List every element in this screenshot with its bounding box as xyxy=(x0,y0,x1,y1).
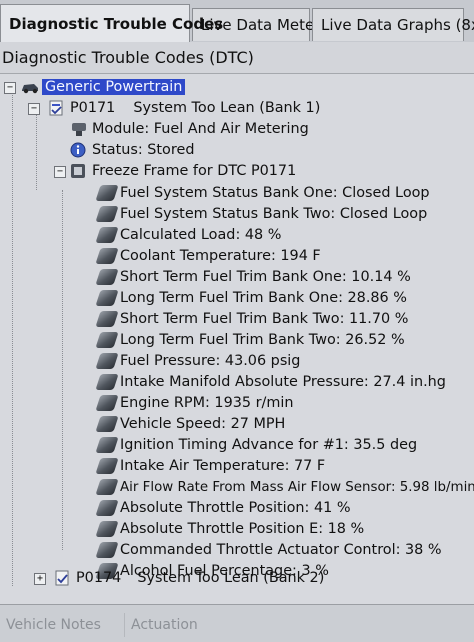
freeze-item-label: Ignition Timing Advance for #1: 35.5 deg xyxy=(120,437,418,453)
freeze-item[interactable]: Air Flow Rate From Mass Air Flow Sensor:… xyxy=(95,477,474,497)
collapse-toggle-p0171[interactable]: − xyxy=(28,103,40,115)
freeze-item-label: Short Term Fuel Trim Bank One: 10.14 % xyxy=(120,269,411,285)
freeze-item[interactable]: Absolute Throttle Position: 41 % xyxy=(95,498,351,518)
freeze-item-label: Absolute Throttle Position E: 18 % xyxy=(120,521,365,537)
freeze-item[interactable]: Fuel System Status Bank Two: Closed Loop xyxy=(95,204,428,224)
gauge-icon xyxy=(95,332,119,348)
gauge-icon xyxy=(95,395,119,411)
freeze-item[interactable]: Ignition Timing Advance for #1: 35.5 deg xyxy=(95,435,418,455)
gauge-icon xyxy=(95,416,119,432)
freeze-frame-label: Freeze Frame for DTC P0171 xyxy=(92,163,297,179)
freeze-item-label: Intake Manifold Absolute Pressure: 27.4 … xyxy=(120,374,446,390)
collapse-toggle-root[interactable]: − xyxy=(4,82,16,94)
tree-node-label: Generic Powertrain xyxy=(42,79,186,95)
module-icon xyxy=(70,121,88,137)
tree-connector xyxy=(12,90,13,586)
gauge-icon xyxy=(95,458,119,474)
freeze-item-label: Absolute Throttle Position: 41 % xyxy=(120,500,351,516)
freeze-frame-icon xyxy=(70,163,88,179)
freeze-item[interactable]: Vehicle Speed: 27 MPH xyxy=(95,414,286,434)
document-check-icon xyxy=(54,570,72,586)
gauge-icon xyxy=(95,227,119,243)
freeze-item[interactable]: Long Term Fuel Trim Bank One: 28.86 % xyxy=(95,288,407,308)
freeze-item-label: Intake Air Temperature: 77 F xyxy=(120,458,326,474)
freeze-item[interactable]: Coolant Temperature: 194 F xyxy=(95,246,321,266)
tab-vehicle-notes[interactable]: Vehicle Notes xyxy=(0,613,107,637)
tree-node-status[interactable]: Status: Stored xyxy=(70,140,194,160)
tree-node-freeze-frame[interactable]: Freeze Frame for DTC P0171 xyxy=(70,161,296,181)
gauge-icon xyxy=(95,542,119,558)
freeze-item[interactable]: Short Term Fuel Trim Bank One: 10.14 % xyxy=(95,267,411,287)
dtc-code: P0171 xyxy=(70,100,116,116)
freeze-item[interactable]: Intake Air Temperature: 77 F xyxy=(95,456,326,476)
freeze-item-label: Air Flow Rate From Mass Air Flow Sensor:… xyxy=(120,479,474,495)
tab-actuation[interactable]: Actuation xyxy=(124,613,204,637)
freeze-item[interactable]: Calculated Load: 48 % xyxy=(95,225,282,245)
dtc-tree: − Generic Powertrain − P0171 System Too … xyxy=(0,74,474,604)
gauge-icon xyxy=(95,374,119,390)
gauge-icon xyxy=(95,353,119,369)
tab-bar: Diagnostic Trouble Codes Live Data Meter… xyxy=(0,0,474,43)
freeze-item-label: Long Term Fuel Trim Bank Two: 26.52 % xyxy=(120,332,405,348)
dtc-code: P0174 xyxy=(76,570,122,586)
freeze-item-label: Vehicle Speed: 27 MPH xyxy=(120,416,286,432)
collapse-toggle-freeze-frame[interactable]: − xyxy=(54,166,66,178)
freeze-item-label: Fuel Pressure: 43.06 psig xyxy=(120,353,301,369)
freeze-item-label: Short Term Fuel Trim Bank Two: 11.70 % xyxy=(120,311,409,327)
freeze-item-label: Commanded Throttle Actuator Control: 38 … xyxy=(120,542,442,558)
status-label: Status: Stored xyxy=(92,142,195,158)
expand-toggle-p0174[interactable]: + xyxy=(34,573,46,585)
module-label: Module: Fuel And Air Metering xyxy=(92,121,309,137)
document-check-icon xyxy=(48,100,66,116)
tab-diagnostic-trouble-codes[interactable]: Diagnostic Trouble Codes xyxy=(0,4,223,42)
car-icon xyxy=(20,79,38,95)
tab-live-data-graphs[interactable]: Live Data Graphs (8x) xyxy=(312,8,474,41)
tree-node-dtc-p0174[interactable]: P0174 System Too Lean (Bank 2) xyxy=(54,568,324,588)
gauge-icon xyxy=(95,185,119,201)
freeze-item-label: Fuel System Status Bank One: Closed Loop xyxy=(120,185,430,201)
gauge-icon xyxy=(95,437,119,453)
dtc-description: System Too Lean (Bank 2) xyxy=(137,570,325,586)
freeze-item-label: Calculated Load: 48 % xyxy=(120,227,282,243)
freeze-item[interactable]: Short Term Fuel Trim Bank Two: 11.70 % xyxy=(95,309,409,329)
gauge-icon xyxy=(95,521,119,537)
freeze-item[interactable]: Intake Manifold Absolute Pressure: 27.4 … xyxy=(95,372,446,392)
tree-node-module[interactable]: Module: Fuel And Air Metering xyxy=(70,119,309,139)
tree-connector xyxy=(62,190,63,550)
freeze-item-label: Engine RPM: 1935 r/min xyxy=(120,395,294,411)
freeze-item-label: Fuel System Status Bank Two: Closed Loop xyxy=(120,206,428,222)
tree-node-root[interactable]: Generic Powertrain xyxy=(20,77,186,97)
gauge-icon xyxy=(95,311,119,327)
freeze-item[interactable]: Engine RPM: 1935 r/min xyxy=(95,393,294,413)
tree-connector xyxy=(36,110,37,190)
gauge-icon xyxy=(95,500,119,516)
dtc-description: System Too Lean (Bank 1) xyxy=(133,100,321,116)
tree-node-dtc-p0171[interactable]: P0171 System Too Lean (Bank 1) xyxy=(48,98,320,118)
panel-title: Diagnostic Trouble Codes (DTC) xyxy=(0,42,474,74)
freeze-item-label: Long Term Fuel Trim Bank One: 28.86 % xyxy=(120,290,407,306)
gauge-icon xyxy=(95,206,119,222)
gauge-icon xyxy=(95,248,119,264)
freeze-item[interactable]: Absolute Throttle Position E: 18 % xyxy=(95,519,365,539)
bottom-tab-bar: Vehicle Notes Actuation xyxy=(0,604,474,642)
info-icon xyxy=(70,142,88,158)
freeze-item[interactable]: Long Term Fuel Trim Bank Two: 26.52 % xyxy=(95,330,405,350)
freeze-item[interactable]: Fuel Pressure: 43.06 psig xyxy=(95,351,301,371)
gauge-icon xyxy=(95,290,119,306)
gauge-icon xyxy=(95,479,119,495)
freeze-item[interactable]: Fuel System Status Bank One: Closed Loop xyxy=(95,183,430,203)
gauge-icon xyxy=(95,269,119,285)
freeze-item[interactable]: Commanded Throttle Actuator Control: 38 … xyxy=(95,540,442,560)
freeze-item-label: Coolant Temperature: 194 F xyxy=(120,248,321,264)
